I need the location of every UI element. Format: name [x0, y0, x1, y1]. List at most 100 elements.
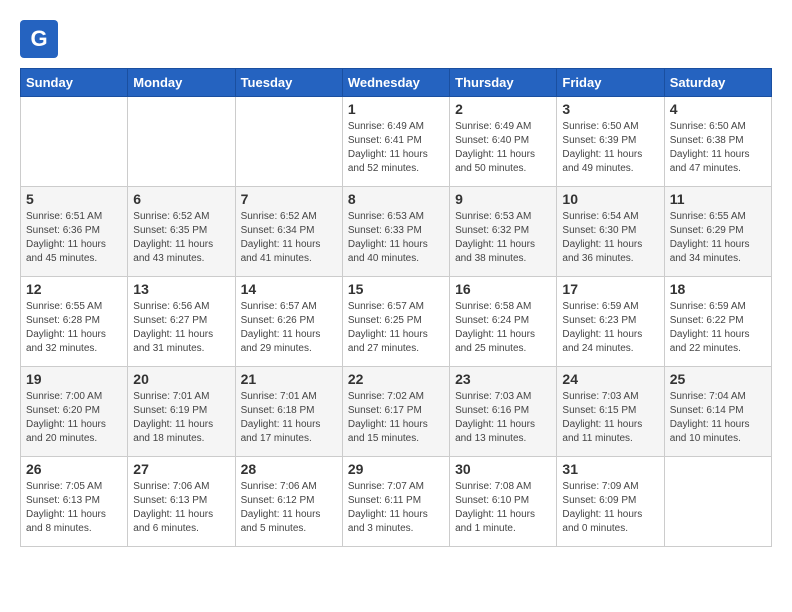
day-info: Sunrise: 6:55 AM Sunset: 6:29 PM Dayligh… [670, 210, 766, 266]
day-info: Sunrise: 6:53 AM Sunset: 6:32 PM Dayligh… [455, 210, 551, 266]
day-number: 29 [348, 461, 444, 477]
weekday-header: Saturday [664, 69, 771, 97]
calendar-cell: 13 Sunrise: 6:56 AM Sunset: 6:27 PM Dayli… [128, 277, 235, 367]
calendar-cell [235, 97, 342, 187]
calendar-week-row: 19Sunrise: 7:00 AM Sunset: 6:20 PM Dayli… [21, 367, 772, 457]
day-number: 31 [562, 461, 658, 477]
day-number: 22 [348, 371, 444, 387]
calendar-cell: 8 Sunrise: 6:53 AM Sunset: 6:33 PM Daylig… [342, 187, 449, 277]
weekday-header: Friday [557, 69, 664, 97]
day-info: Sunrise: 6:55 AM Sunset: 6:28 PM Dayligh… [26, 300, 122, 356]
day-info: Sunrise: 6:50 AM Sunset: 6:39 PM Dayligh… [562, 120, 658, 176]
day-info: Sunrise: 7:01 AM Sunset: 6:18 PM Dayligh… [241, 390, 337, 446]
day-number: 23 [455, 371, 551, 387]
calendar-cell: 25 Sunrise: 7:04 AM Sunset: 6:14 PM Dayli… [664, 367, 771, 457]
day-number: 10 [562, 191, 658, 207]
weekday-row: SundayMondayTuesdayWednesdayThursdayFrid… [21, 69, 772, 97]
day-number: 14 [241, 281, 337, 297]
day-number: 3 [562, 101, 658, 117]
day-info: Sunrise: 6:52 AM Sunset: 6:35 PM Dayligh… [133, 210, 229, 266]
day-info: Sunrise: 6:54 AM Sunset: 6:30 PM Dayligh… [562, 210, 658, 266]
calendar-cell: 2 Sunrise: 6:49 AM Sunset: 6:40 PM Daylig… [450, 97, 557, 187]
day-number: 5 [26, 191, 122, 207]
day-number: 2 [455, 101, 551, 117]
calendar-body: 1Sunrise: 6:49 AM Sunset: 6:41 PM Daylig… [21, 97, 772, 547]
day-info: Sunrise: 6:56 AM Sunset: 6:27 PM Dayligh… [133, 300, 229, 356]
logo-icon: G [20, 20, 58, 58]
day-number: 6 [133, 191, 229, 207]
day-info: Sunrise: 7:06 AM Sunset: 6:13 PM Dayligh… [133, 480, 229, 536]
calendar-cell: 22 Sunrise: 7:02 AM Sunset: 6:17 PM Dayli… [342, 367, 449, 457]
calendar-cell: 17 Sunrise: 6:59 AM Sunset: 6:23 PM Dayli… [557, 277, 664, 367]
weekday-header: Thursday [450, 69, 557, 97]
day-info: Sunrise: 6:50 AM Sunset: 6:38 PM Dayligh… [670, 120, 766, 176]
day-info: Sunrise: 7:05 AM Sunset: 6:13 PM Dayligh… [26, 480, 122, 536]
calendar-cell: 23 Sunrise: 7:03 AM Sunset: 6:16 PM Dayli… [450, 367, 557, 457]
day-info: Sunrise: 6:51 AM Sunset: 6:36 PM Dayligh… [26, 210, 122, 266]
day-number: 17 [562, 281, 658, 297]
calendar-cell: 14 Sunrise: 6:57 AM Sunset: 6:26 PM Dayli… [235, 277, 342, 367]
calendar-week-row: 26 Sunrise: 7:05 AM Sunset: 6:13 PM Dayli… [21, 457, 772, 547]
day-info: Sunrise: 6:57 AM Sunset: 6:26 PM Dayligh… [241, 300, 337, 356]
page-header: G [20, 20, 772, 58]
day-info: Sunrise: 7:03 AM Sunset: 6:16 PM Dayligh… [455, 390, 551, 446]
weekday-header: Wednesday [342, 69, 449, 97]
day-info: Sunrise: 6:59 AM Sunset: 6:22 PM Dayligh… [670, 300, 766, 356]
calendar-week-row: 1Sunrise: 6:49 AM Sunset: 6:41 PM Daylig… [21, 97, 772, 187]
calendar-cell: 6 Sunrise: 6:52 AM Sunset: 6:35 PM Daylig… [128, 187, 235, 277]
day-number: 4 [670, 101, 766, 117]
logo: G [20, 20, 62, 58]
calendar-cell: 28Sunrise: 7:06 AM Sunset: 6:12 PM Dayli… [235, 457, 342, 547]
day-number: 21 [241, 371, 337, 387]
day-info: Sunrise: 7:00 AM Sunset: 6:20 PM Dayligh… [26, 390, 122, 446]
day-info: Sunrise: 7:07 AM Sunset: 6:11 PM Dayligh… [348, 480, 444, 536]
svg-text:G: G [30, 26, 47, 51]
day-info: Sunrise: 7:03 AM Sunset: 6:15 PM Dayligh… [562, 390, 658, 446]
day-number: 16 [455, 281, 551, 297]
calendar-cell: 12 Sunrise: 6:55 AM Sunset: 6:28 PM Dayli… [21, 277, 128, 367]
calendar-table: SundayMondayTuesdayWednesdayThursdayFrid… [20, 68, 772, 547]
calendar-week-row: 12 Sunrise: 6:55 AM Sunset: 6:28 PM Dayli… [21, 277, 772, 367]
calendar-cell: 30Sunrise: 7:08 AM Sunset: 6:10 PM Dayli… [450, 457, 557, 547]
day-number: 18 [670, 281, 766, 297]
day-info: Sunrise: 6:53 AM Sunset: 6:33 PM Dayligh… [348, 210, 444, 266]
weekday-header: Monday [128, 69, 235, 97]
calendar-cell [664, 457, 771, 547]
calendar-week-row: 5 Sunrise: 6:51 AM Sunset: 6:36 PM Daylig… [21, 187, 772, 277]
day-info: Sunrise: 7:04 AM Sunset: 6:14 PM Dayligh… [670, 390, 766, 446]
day-info: Sunrise: 7:02 AM Sunset: 6:17 PM Dayligh… [348, 390, 444, 446]
calendar-cell: 15Sunrise: 6:57 AM Sunset: 6:25 PM Dayli… [342, 277, 449, 367]
day-number: 1 [348, 101, 444, 117]
day-number: 12 [26, 281, 122, 297]
day-number: 9 [455, 191, 551, 207]
day-info: Sunrise: 7:09 AM Sunset: 6:09 PM Dayligh… [562, 480, 658, 536]
calendar-cell: 4 Sunrise: 6:50 AM Sunset: 6:38 PM Daylig… [664, 97, 771, 187]
day-number: 8 [348, 191, 444, 207]
calendar-cell: 19Sunrise: 7:00 AM Sunset: 6:20 PM Dayli… [21, 367, 128, 457]
calendar-cell: 1Sunrise: 6:49 AM Sunset: 6:41 PM Daylig… [342, 97, 449, 187]
calendar-cell: 7Sunrise: 6:52 AM Sunset: 6:34 PM Daylig… [235, 187, 342, 277]
calendar-cell: 31 Sunrise: 7:09 AM Sunset: 6:09 PM Dayli… [557, 457, 664, 547]
weekday-header: Sunday [21, 69, 128, 97]
day-info: Sunrise: 6:58 AM Sunset: 6:24 PM Dayligh… [455, 300, 551, 356]
day-number: 24 [562, 371, 658, 387]
calendar-cell: 9 Sunrise: 6:53 AM Sunset: 6:32 PM Daylig… [450, 187, 557, 277]
day-number: 13 [133, 281, 229, 297]
day-number: 25 [670, 371, 766, 387]
day-info: Sunrise: 6:49 AM Sunset: 6:40 PM Dayligh… [455, 120, 551, 176]
calendar-cell: 24 Sunrise: 7:03 AM Sunset: 6:15 PM Dayli… [557, 367, 664, 457]
calendar-cell: 5 Sunrise: 6:51 AM Sunset: 6:36 PM Daylig… [21, 187, 128, 277]
day-info: Sunrise: 7:01 AM Sunset: 6:19 PM Dayligh… [133, 390, 229, 446]
day-info: Sunrise: 6:59 AM Sunset: 6:23 PM Dayligh… [562, 300, 658, 356]
weekday-header: Tuesday [235, 69, 342, 97]
calendar-cell: 18 Sunrise: 6:59 AM Sunset: 6:22 PM Dayli… [664, 277, 771, 367]
calendar-cell: 16 Sunrise: 6:58 AM Sunset: 6:24 PM Dayli… [450, 277, 557, 367]
day-number: 15 [348, 281, 444, 297]
calendar-cell: 3 Sunrise: 6:50 AM Sunset: 6:39 PM Daylig… [557, 97, 664, 187]
calendar-cell: 20 Sunrise: 7:01 AM Sunset: 6:19 PM Dayli… [128, 367, 235, 457]
calendar-cell: 29 Sunrise: 7:07 AM Sunset: 6:11 PM Dayli… [342, 457, 449, 547]
day-number: 20 [133, 371, 229, 387]
calendar-cell [21, 97, 128, 187]
day-number: 26 [26, 461, 122, 477]
calendar-cell: 11Sunrise: 6:55 AM Sunset: 6:29 PM Dayli… [664, 187, 771, 277]
